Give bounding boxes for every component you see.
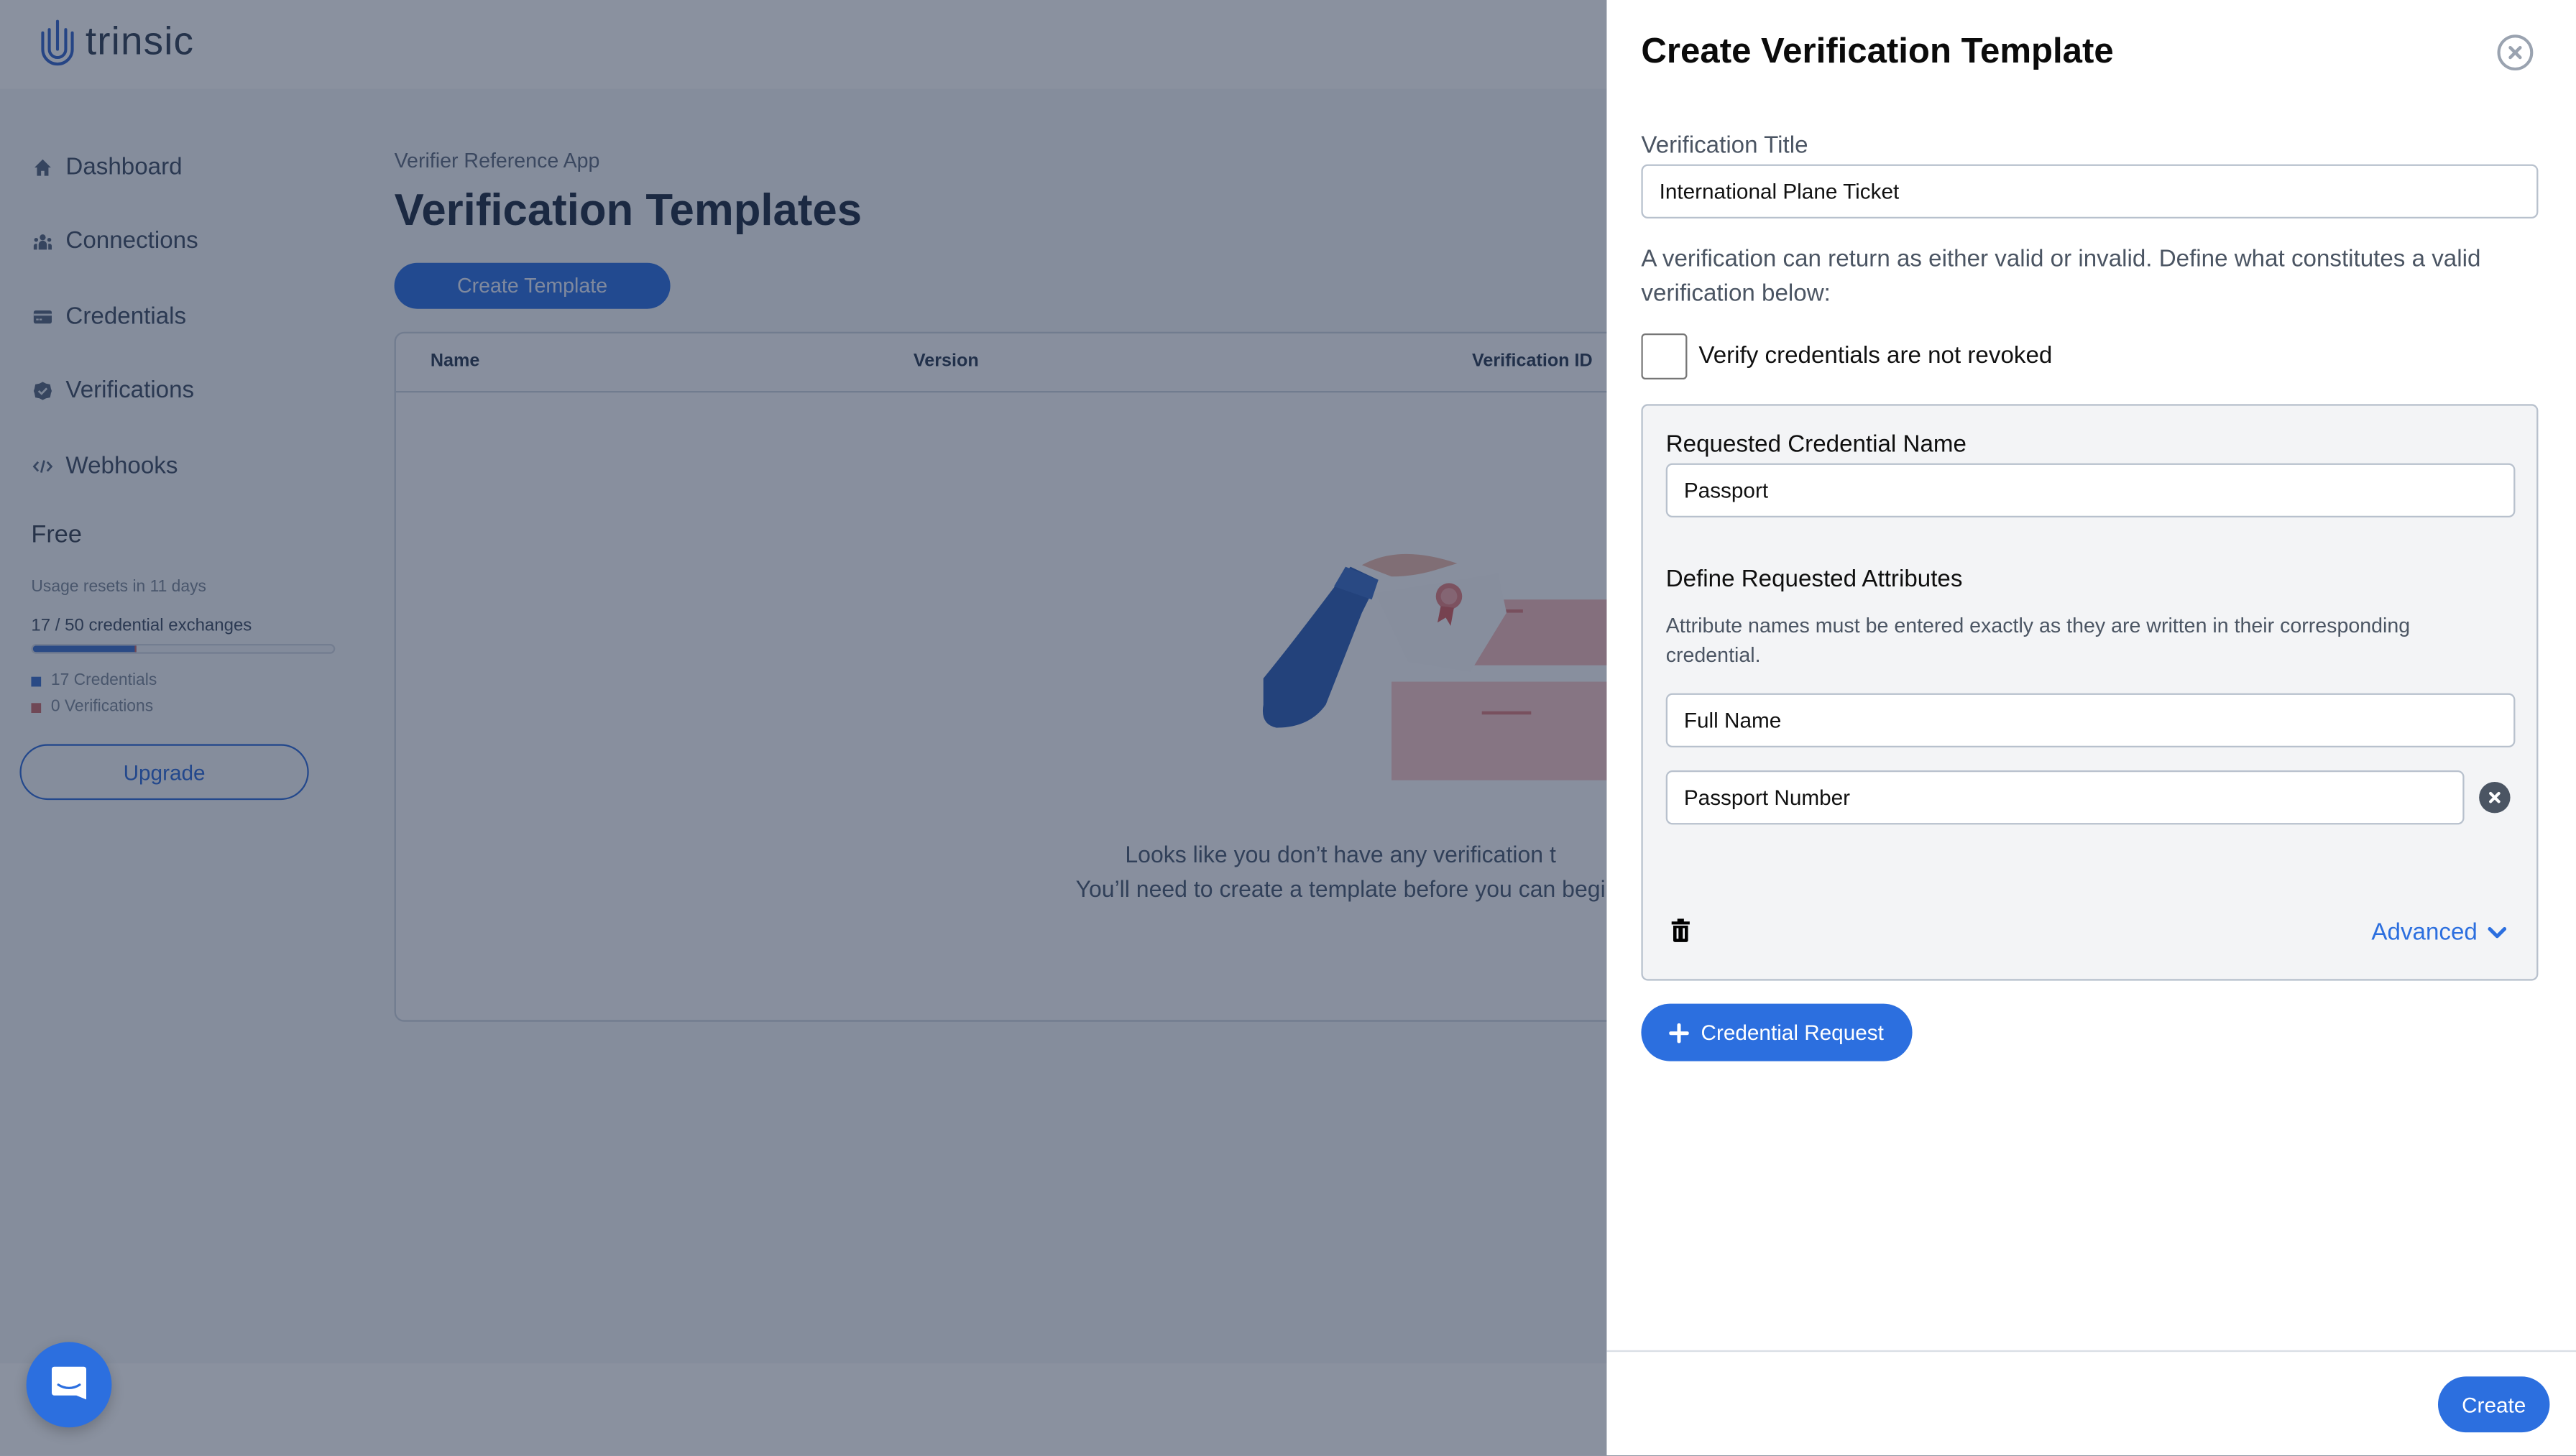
trash-icon [1671, 918, 1690, 942]
create-verification-template-drawer: Create Verification Template Verificatio… [1606, 0, 2576, 1456]
advanced-label: Advanced [2371, 919, 2478, 946]
credential-request-card: Requested Credential Name Define Request… [1641, 404, 2539, 981]
attribute-input[interactable] [1665, 770, 2465, 825]
verification-title-input[interactable] [1641, 164, 2539, 218]
drawer-footer-divider [1606, 1350, 2576, 1353]
attributes-heading: Define Requested Attributes [1665, 566, 1963, 594]
app-root: trinsic Dashboard Connections Credential… [0, 0, 2576, 1456]
add-credential-request-label: Credential Request [1701, 1020, 1884, 1045]
credential-name-label: Requested Credential Name [1665, 432, 1966, 459]
attribute-input[interactable] [1665, 693, 2516, 747]
verification-title-label: Verification Title [1641, 133, 1808, 160]
plus-icon [1670, 1022, 1690, 1043]
add-credential-request-button[interactable]: Credential Request [1641, 1003, 1913, 1061]
credential-name-input[interactable] [1665, 463, 2516, 517]
drawer-title: Create Verification Template [1641, 31, 2114, 71]
verification-help-text: A verification can return as either vali… [1641, 246, 2481, 308]
close-circle-icon [2497, 34, 2534, 71]
create-button[interactable]: Create [2437, 1376, 2550, 1433]
chat-launcher-button[interactable] [26, 1342, 112, 1428]
close-icon [2489, 791, 2501, 803]
close-drawer-button[interactable] [2496, 33, 2535, 73]
chat-icon [51, 1366, 86, 1400]
attributes-help-text: Attribute names must be entered exactly … [1665, 614, 2411, 667]
delete-credential-request-button[interactable] [1669, 918, 1692, 945]
remove-attribute-button[interactable] [2479, 781, 2511, 814]
advanced-toggle[interactable]: Advanced [2371, 920, 2507, 946]
revocation-checkbox[interactable] [1641, 333, 1688, 379]
chevron-down-icon [2488, 927, 2507, 939]
revocation-checkbox-label[interactable]: Verify credentials are not revoked [1698, 344, 2052, 370]
